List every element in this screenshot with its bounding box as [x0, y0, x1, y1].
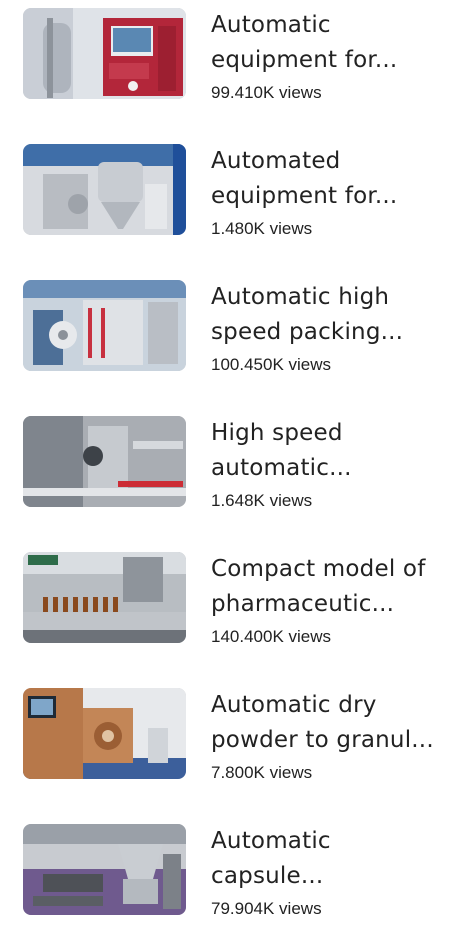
video-thumbnail[interactable] [23, 824, 186, 915]
video-thumbnail[interactable] [23, 688, 186, 779]
video-item[interactable]: Automated equipment for... 1.480K views [0, 136, 461, 246]
view-count: 99.410K views [211, 83, 322, 102]
video-title[interactable]: Automatic capsule... [211, 824, 447, 894]
spray-dryer-thumbnail-icon [23, 144, 186, 235]
video-list: Automatic equipment for... 99.410K views… [0, 0, 461, 927]
video-item[interactable]: Automatic dry powder to granul... 7.800K… [0, 680, 461, 790]
video-item[interactable]: Automatic equipment for... 99.410K views [0, 0, 461, 110]
capsule-filler-thumbnail-icon [23, 824, 186, 915]
view-count: 1.648K views [211, 491, 313, 510]
video-thumbnail[interactable] [23, 8, 186, 99]
view-count: 79.904K views [211, 899, 322, 918]
view-count: 1.480K views [211, 219, 313, 238]
video-title[interactable]: Automated equipment for... [211, 144, 447, 214]
video-title[interactable]: High speed automatic... [211, 416, 447, 486]
view-count: 100.450K views [211, 355, 332, 374]
view-count: 140.400K views [211, 627, 332, 646]
granulator-thumbnail-icon [23, 688, 186, 779]
video-thumbnail[interactable] [23, 144, 186, 235]
video-title[interactable]: Automatic equipment for... [211, 8, 447, 78]
video-thumbnail[interactable] [23, 552, 186, 643]
packing-machine-thumbnail-icon [23, 280, 186, 371]
video-thumbnail[interactable] [23, 280, 186, 371]
video-title[interactable]: Automatic high speed packing... [211, 280, 447, 350]
video-item[interactable]: Automatic capsule... 79.904K views [0, 816, 461, 926]
video-title[interactable]: Automatic dry powder to granul... [211, 688, 447, 758]
video-item[interactable]: Automatic high speed packing... 100.450K… [0, 272, 461, 382]
video-title[interactable]: Compact model of pharmaceutic... [211, 552, 447, 622]
bioreactor-thumbnail-icon [23, 8, 186, 99]
filling-machine-thumbnail-icon [23, 416, 186, 507]
video-item[interactable]: High speed automatic... 1.648K views [0, 408, 461, 518]
video-thumbnail[interactable] [23, 416, 186, 507]
view-count: 7.800K views [211, 763, 313, 782]
video-item[interactable]: Compact model of pharmaceutic... 140.400… [0, 544, 461, 654]
vial-line-thumbnail-icon [23, 552, 186, 643]
